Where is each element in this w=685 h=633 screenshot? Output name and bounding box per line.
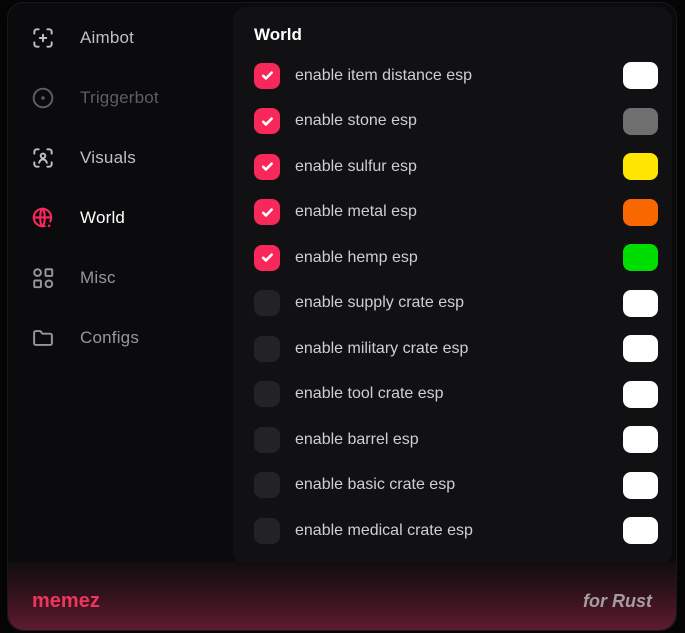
world-settings-panel: World enable item distance esp enable st… (233, 7, 672, 565)
color-swatch[interactable] (623, 381, 658, 408)
sidebar-item-visuals[interactable]: Visuals (8, 128, 233, 188)
esp-row-label: enable basic crate esp (295, 476, 623, 494)
color-swatch[interactable] (623, 517, 658, 544)
esp-checkbox[interactable] (254, 108, 280, 134)
sidebar-item-label: World (80, 208, 125, 228)
brand-name: memez (32, 590, 100, 613)
esp-setting-row: enable barrel esp (254, 417, 658, 463)
esp-setting-row: enable medical crate esp (254, 508, 658, 554)
checkmark-icon (260, 250, 275, 265)
sidebar-item-world[interactable]: World (8, 188, 233, 248)
panel-title: World (254, 25, 658, 45)
esp-setting-row: enable military crate esp (254, 326, 658, 372)
sidebar-item-label: Misc (80, 268, 116, 288)
misc-shapes-grid-icon (30, 265, 56, 291)
esp-setting-row: enable tool crate esp (254, 372, 658, 418)
sidebar-item-triggerbot[interactable]: Triggerbot (8, 68, 233, 128)
color-swatch[interactable] (623, 62, 658, 89)
esp-setting-row: enable sulfur esp (254, 144, 658, 190)
esp-checkbox[interactable] (254, 245, 280, 271)
esp-checkbox[interactable] (254, 427, 280, 453)
esp-row-label: enable hemp esp (295, 249, 623, 267)
sidebar-item-configs[interactable]: Configs (8, 308, 233, 368)
sidebar-nav: Aimbot Triggerbot Visuals (8, 3, 233, 631)
sidebar-item-label: Visuals (80, 148, 136, 168)
cheat-menu-window: Aimbot Triggerbot Visuals (7, 2, 677, 631)
aimbot-crosshair-scan-icon (30, 25, 56, 51)
esp-checkbox[interactable] (254, 290, 280, 316)
esp-row-label: enable barrel esp (295, 431, 623, 449)
esp-checkbox[interactable] (254, 154, 280, 180)
esp-row-label: enable supply crate esp (295, 294, 623, 312)
footer-bar: memez for Rust (8, 562, 676, 630)
sidebar-item-label: Configs (80, 328, 139, 348)
esp-row-label: enable item distance esp (295, 67, 623, 85)
brand-tagline: for Rust (583, 591, 652, 612)
checkmark-icon (260, 114, 275, 129)
visuals-person-scan-icon (30, 145, 56, 171)
color-swatch[interactable] (623, 153, 658, 180)
esp-checkbox[interactable] (254, 381, 280, 407)
color-swatch[interactable] (623, 290, 658, 317)
esp-checkbox[interactable] (254, 63, 280, 89)
sidebar-item-aimbot[interactable]: Aimbot (8, 8, 233, 68)
color-swatch[interactable] (623, 472, 658, 499)
esp-setting-row: enable item distance esp (254, 53, 658, 99)
esp-checkbox[interactable] (254, 199, 280, 225)
esp-row-label: enable stone esp (295, 112, 623, 130)
checkmark-icon (260, 159, 275, 174)
esp-setting-row: enable metal esp (254, 190, 658, 236)
esp-setting-row: enable hemp esp (254, 235, 658, 281)
checkmark-icon (260, 68, 275, 83)
world-globe-star-icon (30, 205, 56, 231)
color-swatch[interactable] (623, 335, 658, 362)
configs-folder-icon (30, 325, 56, 351)
color-swatch[interactable] (623, 244, 658, 271)
esp-row-label: enable medical crate esp (295, 522, 623, 540)
color-swatch[interactable] (623, 199, 658, 226)
esp-row-label: enable sulfur esp (295, 158, 623, 176)
color-swatch[interactable] (623, 108, 658, 135)
esp-row-label: enable tool crate esp (295, 385, 623, 403)
color-swatch[interactable] (623, 426, 658, 453)
esp-rows: enable item distance esp enable stone es… (254, 53, 658, 565)
esp-checkbox[interactable] (254, 472, 280, 498)
esp-row-label: enable military crate esp (295, 340, 623, 358)
esp-setting-row: enable basic crate esp (254, 463, 658, 509)
checkmark-icon (260, 205, 275, 220)
esp-setting-row: enable supply crate esp (254, 281, 658, 327)
sidebar-item-misc[interactable]: Misc (8, 248, 233, 308)
sidebar-item-label: Triggerbot (80, 88, 159, 108)
sidebar-item-label: Aimbot (80, 28, 134, 48)
triggerbot-circle-dot-icon (30, 85, 56, 111)
esp-row-label: enable metal esp (295, 203, 623, 221)
esp-setting-row: enable stone esp (254, 99, 658, 145)
esp-checkbox[interactable] (254, 336, 280, 362)
esp-checkbox[interactable] (254, 518, 280, 544)
